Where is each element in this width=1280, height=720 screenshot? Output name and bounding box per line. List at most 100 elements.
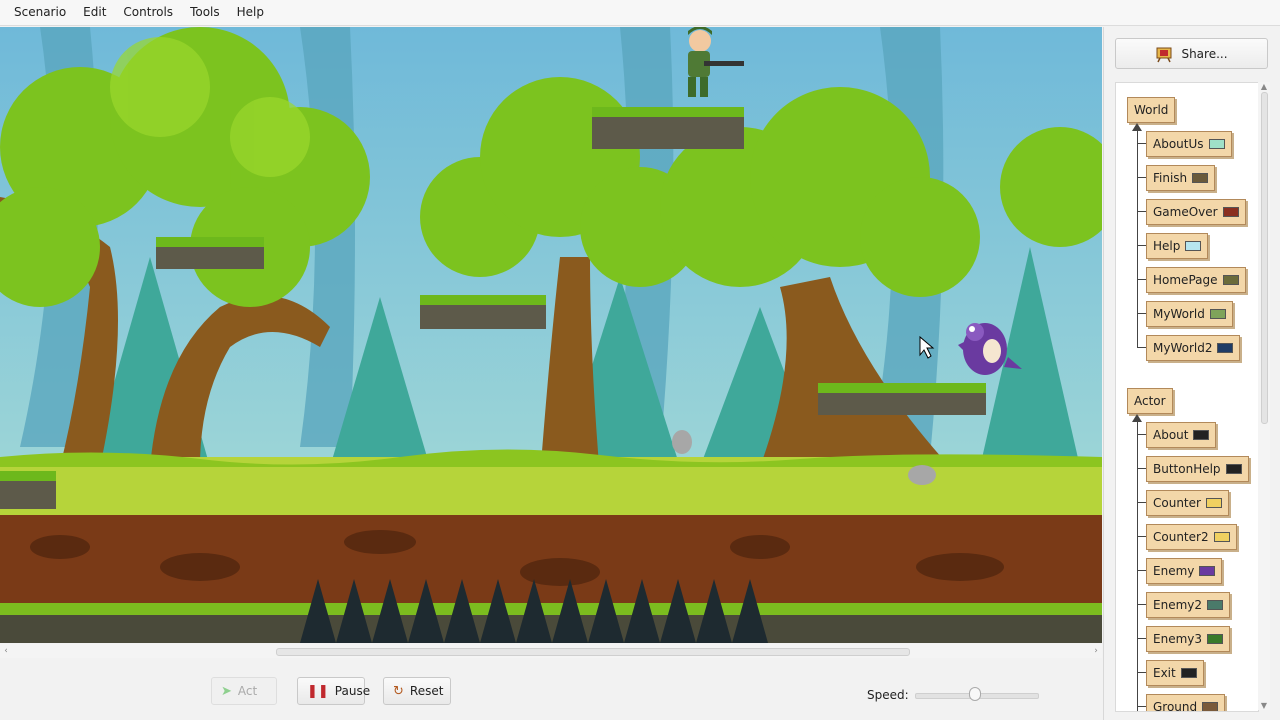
enemy3-thumb-icon [1207,634,1223,644]
class-label: Exit [1153,666,1176,680]
class-label: MyWorld [1153,307,1205,321]
class-aboutus[interactable]: AboutUs [1146,131,1232,157]
act-arrow-icon: ➤ [221,683,232,699]
class-enemy3[interactable]: Enemy3 [1146,626,1230,652]
class-ground[interactable]: Ground [1146,694,1226,712]
class-homepage[interactable]: HomePage [1146,267,1246,293]
pause-label: Pause [334,684,371,698]
menu-scenario[interactable]: Scenario [6,0,74,25]
menu-tools[interactable]: Tools [182,0,228,25]
menu-bar: Scenario Edit Controls Tools Help [0,0,1280,26]
tree-connector [1137,434,1146,435]
share-button[interactable]: Share... [1115,38,1268,69]
world-horizontal-scrollbar[interactable]: ‹ › [0,644,1102,658]
class-tree-scrollbar[interactable]: ▲ ▼ [1258,82,1270,710]
platform [0,471,56,509]
class-enemy[interactable]: Enemy [1146,558,1223,584]
class-label: HomePage [1153,273,1218,287]
pause-button[interactable]: ❚❚ Pause [297,677,370,705]
jungle-scene [0,27,1102,643]
class-counter2[interactable]: Counter2 [1146,524,1237,550]
tree-connector [1137,570,1146,571]
class-buttonhelp[interactable]: ButtonHelp [1146,456,1249,482]
class-label: Actor [1134,394,1166,408]
class-label: Counter [1153,496,1201,510]
world-view[interactable] [0,27,1102,643]
class-label: MyWorld2 [1153,341,1213,355]
menu-help[interactable]: Help [229,0,272,25]
class-about[interactable]: About [1146,422,1217,448]
class-tree: World AboutUs Finish GameOver Help HomePage My… [1115,82,1259,712]
scroll-thumb[interactable] [276,648,910,656]
platform [156,237,264,269]
tree-connector [1137,604,1146,605]
scroll-left-icon[interactable]: ‹ [0,644,12,658]
about-thumb-icon [1193,430,1210,440]
class-enemy2[interactable]: Enemy2 [1146,592,1230,618]
rock [908,465,936,485]
buttonhelp-thumb-icon [1225,464,1242,474]
class-finish[interactable]: Finish [1146,165,1216,191]
reset-icon: ↻ [393,683,404,699]
class-myworld2[interactable]: MyWorld2 [1146,335,1241,361]
ground-thumb-icon [1202,702,1219,711]
class-label: Enemy2 [1153,598,1202,612]
class-help[interactable]: Help [1146,233,1209,259]
scroll-up-icon[interactable]: ▲ [1258,82,1270,91]
enemy-thumb-icon [1199,566,1216,576]
tree-connector [1137,638,1146,639]
class-world-root[interactable]: World [1127,97,1176,123]
menu-controls[interactable]: Controls [115,0,181,25]
scroll-down-icon[interactable]: ▼ [1258,701,1270,710]
class-label: World [1134,103,1169,117]
class-label: Help [1153,239,1181,253]
rock [672,430,692,454]
tree-connector [1137,279,1146,280]
class-actor-root[interactable]: Actor [1127,388,1173,414]
class-label: Finish [1153,171,1188,185]
platform [420,295,546,329]
tree-connector [1137,706,1146,707]
tree-connector [1137,468,1146,469]
aboutus-thumb-icon [1208,139,1225,149]
homepage-thumb-icon [1222,275,1239,285]
class-exit[interactable]: Exit [1146,660,1204,686]
finish-thumb-icon [1192,173,1209,183]
speed-slider-thumb[interactable] [969,687,981,701]
tree-connector [1137,245,1146,246]
class-label: Enemy [1153,564,1195,578]
class-label: AboutUs [1153,137,1204,151]
class-label: GameOver [1153,205,1218,219]
class-gameover[interactable]: GameOver [1146,199,1246,225]
class-label: Counter2 [1153,530,1209,544]
platform [592,107,744,149]
tree-connector [1137,126,1138,348]
tree-connector [1137,347,1146,348]
reset-button[interactable]: ↻ Reset [383,677,451,705]
scroll-thumb[interactable] [1261,92,1268,424]
share-easel-icon [1156,47,1172,62]
speed-label: Speed: [867,688,909,702]
class-label: ButtonHelp [1153,462,1221,476]
class-counter[interactable]: Counter [1146,490,1229,516]
exit-thumb-icon [1180,668,1197,678]
class-myworld[interactable]: MyWorld [1146,301,1233,327]
scroll-right-icon[interactable]: › [1090,644,1102,658]
execution-controls: ➤ Act ❚❚ Pause ↻ Reset Speed: [0,660,1102,720]
enemy2-thumb-icon [1207,600,1223,610]
class-label: About [1153,428,1189,442]
counter2-thumb-icon [1213,532,1230,542]
act-button[interactable]: ➤ Act [211,677,277,705]
tree-connector [1137,177,1146,178]
share-label: Share... [1181,46,1228,61]
class-panel: Share... World AboutUs Finish GameOver Help H… [1103,27,1280,720]
class-label: Ground [1153,700,1198,712]
tree-connector [1137,672,1146,673]
tree-connector [1137,536,1146,537]
menu-edit[interactable]: Edit [75,0,114,25]
tree-connector [1137,313,1146,314]
myworld-thumb-icon [1209,309,1226,319]
help-thumb-icon [1185,241,1202,251]
tree-connector [1137,502,1146,503]
tree-connector [1137,211,1146,212]
